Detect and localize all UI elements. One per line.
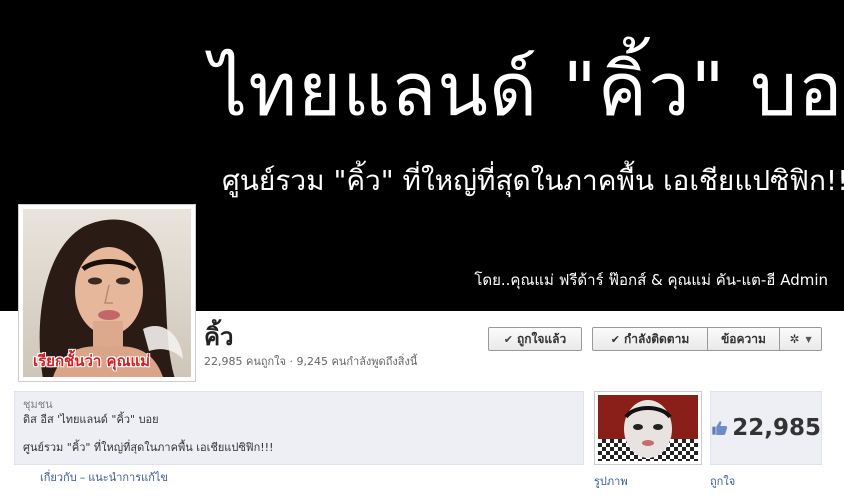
suggest-edits-link[interactable]: แนะนำการแก้ไข bbox=[88, 471, 168, 484]
chevron-down-icon: ▼ bbox=[805, 334, 812, 344]
page-category: ชุมชน bbox=[23, 398, 53, 411]
page-actions-group: ✔ กำลังติดตาม ข้อความ ✲ ▼ bbox=[592, 327, 822, 351]
profile-caption: เรียกชั้นว่า คุณแม่ bbox=[33, 352, 151, 370]
likes-tile[interactable]: 22,985 bbox=[710, 391, 822, 465]
photos-thumbnail bbox=[598, 395, 698, 461]
photos-tile[interactable] bbox=[594, 391, 702, 465]
likes-label[interactable]: ถูกใจ bbox=[710, 472, 735, 490]
about-box: ชุมชน ดิส อีส 'ไทยแลนด์ "คิ้ว" บอย ศูนย์… bbox=[14, 391, 584, 465]
following-button-label: กำลังติดตาม bbox=[623, 331, 690, 346]
settings-dropdown-button[interactable]: ✲ ▼ bbox=[780, 327, 822, 351]
about-link[interactable]: เกี่ยวกับ bbox=[40, 471, 77, 484]
link-separator: – bbox=[79, 471, 86, 484]
cover-credit: โดย..คุณแม่ ฟรีด้าร์ ฟ๊อกส์ & คุณแม่ คัน… bbox=[474, 271, 828, 289]
photos-label[interactable]: รูปภาพ bbox=[594, 472, 628, 490]
likes-count: 22,985 bbox=[732, 415, 821, 441]
about-tagline: ศูนย์รวม "คิ้ว" ที่ใหญ่ที่สุดในภาคพื้น เ… bbox=[23, 441, 274, 454]
cover-title: ไทยแลนด์ "คิ้ว" บอย bbox=[210, 47, 844, 133]
check-icon: ✔ bbox=[503, 332, 513, 346]
about-description: ดิส อีส 'ไทยแลนด์ "คิ้ว" บอย bbox=[23, 413, 159, 426]
message-button[interactable]: ข้อความ bbox=[708, 327, 780, 351]
about-links: เกี่ยวกับ – แนะนำการแก้ไข bbox=[40, 468, 168, 486]
profile-picture[interactable]: เรียกชั้นว่า คุณแม่ bbox=[18, 204, 196, 382]
liked-button-label: ถูกใจแล้ว bbox=[516, 331, 567, 346]
page-stats: 22,985 คนถูกใจ · 9,245 คนกำลังพูดถึงสิ่ง… bbox=[204, 355, 418, 368]
thumbs-up-icon bbox=[712, 421, 728, 435]
following-button[interactable]: ✔ กำลังติดตาม bbox=[592, 327, 708, 351]
check-icon: ✔ bbox=[610, 332, 620, 346]
page-title[interactable]: คิ้ว bbox=[204, 322, 234, 352]
gear-icon: ✲ bbox=[789, 332, 800, 346]
liked-button[interactable]: ✔ ถูกใจแล้ว bbox=[488, 327, 582, 351]
cover-subtitle: ศูนย์รวม "คิ้ว" ที่ใหญ่ที่สุดในภาคพื้น เ… bbox=[222, 164, 844, 197]
